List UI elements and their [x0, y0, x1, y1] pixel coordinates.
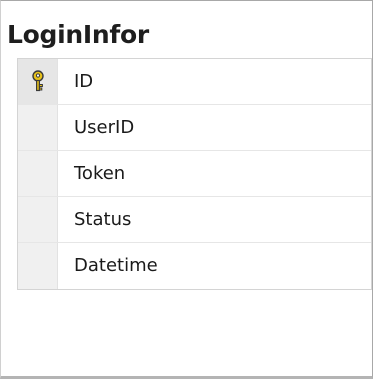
column-row-datetime[interactable]: Datetime	[18, 243, 371, 289]
column-name: Token	[74, 163, 126, 184]
column-row-userid[interactable]: UserID	[18, 105, 371, 151]
column-row-id[interactable]: ID	[18, 59, 371, 105]
row-marker	[18, 151, 58, 197]
column-row-status[interactable]: Status	[18, 197, 371, 243]
table-box[interactable]: LoginInfor ID UserID Token Status Dateti…	[0, 0, 373, 379]
column-grid: ID UserID Token Status Datetime	[17, 58, 372, 290]
primary-key-icon	[32, 70, 44, 92]
row-marker	[18, 243, 58, 289]
row-marker	[18, 105, 58, 151]
column-name: UserID	[74, 117, 135, 138]
column-row-token[interactable]: Token	[18, 151, 371, 197]
table-title: LoginInfor	[7, 20, 149, 49]
column-name: ID	[74, 71, 94, 92]
row-marker	[18, 59, 58, 105]
row-marker	[18, 197, 58, 243]
column-name: Datetime	[74, 255, 158, 276]
column-name: Status	[74, 209, 132, 230]
